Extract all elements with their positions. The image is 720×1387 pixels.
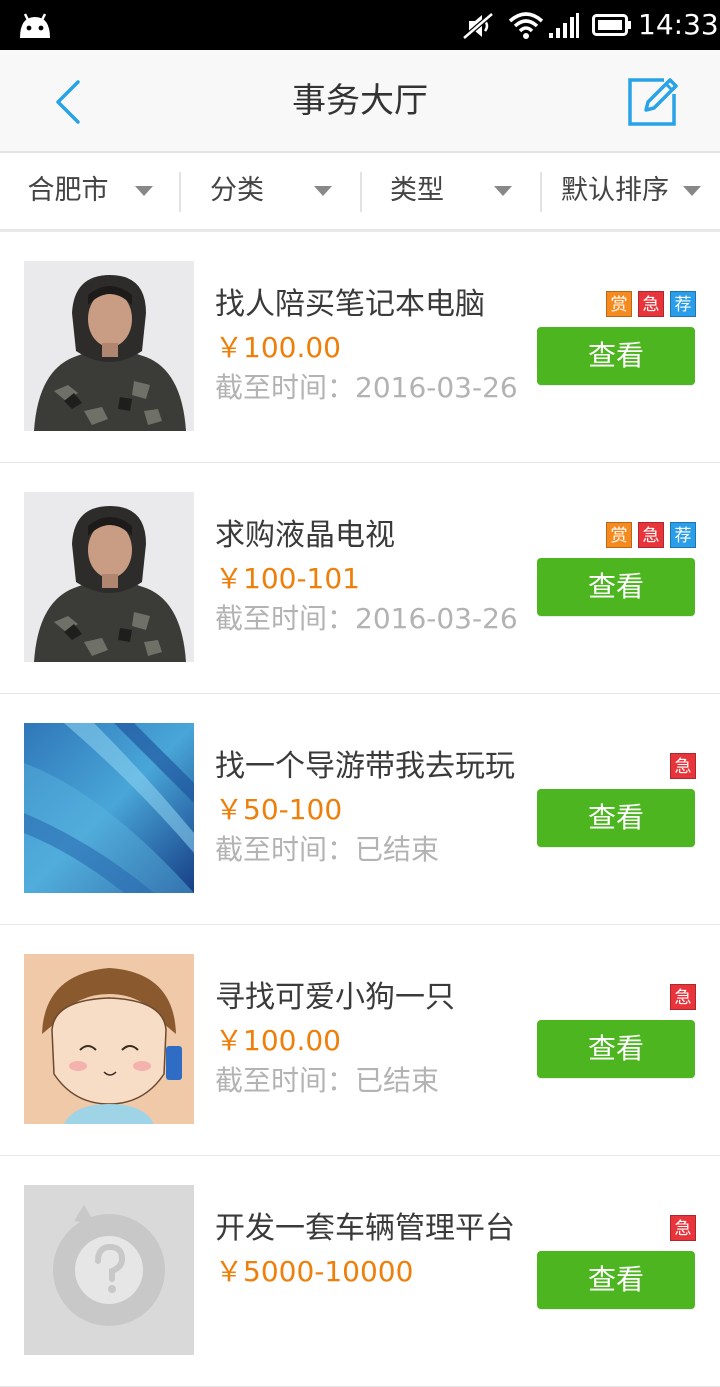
task-thumbnail bbox=[24, 954, 194, 1124]
reward-badge: 赏 bbox=[606, 522, 632, 548]
filter-type-label: 类型 bbox=[390, 175, 444, 206]
urgent-badge: 急 bbox=[638, 522, 664, 548]
mute-icon bbox=[462, 12, 494, 40]
page-title: 事务大厅 bbox=[292, 81, 428, 121]
task-deadline: 截至时间：2016-03-26 bbox=[215, 371, 518, 404]
task-title: 开发一套车辆管理平台 bbox=[215, 1211, 515, 1246]
task-title: 找人陪买笔记本电脑 bbox=[215, 287, 485, 322]
task-item[interactable]: 找人陪买笔记本电脑 ￥100.00 截至时间：2016-03-26 赏 急 荐 … bbox=[0, 232, 720, 463]
task-title: 寻找可爱小狗一只 bbox=[215, 980, 455, 1015]
urgent-badge: 急 bbox=[670, 984, 696, 1010]
task-deadline: 截至时间：已结束 bbox=[215, 833, 440, 866]
task-deadline: 截至时间：2016-03-26 bbox=[215, 602, 518, 635]
task-price: ￥100-101 bbox=[215, 562, 360, 595]
view-button[interactable]: 查看 bbox=[537, 1020, 695, 1078]
task-item[interactable]: 求购液晶电视 ￥100-101 截至时间：2016-03-26 赏 急 荐 查看 bbox=[0, 463, 720, 694]
filter-city-label: 合肥市 bbox=[27, 175, 109, 206]
task-price: ￥50-100 bbox=[215, 793, 343, 826]
badge-group: 急 bbox=[670, 1215, 696, 1241]
view-button[interactable]: 查看 bbox=[537, 327, 695, 385]
status-bar: 14:33 bbox=[0, 0, 720, 50]
filter-sort-label: 默认排序 bbox=[561, 175, 669, 206]
task-title: 找一个导游带我去玩玩 bbox=[215, 749, 515, 784]
caret-down-icon bbox=[494, 186, 512, 196]
task-item[interactable]: 开发一套车辆管理平台 ￥5000-10000 急 查看 bbox=[0, 1156, 720, 1387]
header: 事务大厅 bbox=[0, 50, 720, 153]
urgent-badge: 急 bbox=[670, 1215, 696, 1241]
badge-group: 赏 急 荐 bbox=[606, 291, 696, 317]
filter-type[interactable]: 类型 bbox=[362, 153, 540, 229]
task-deadline: 截至时间：已结束 bbox=[215, 1064, 440, 1097]
urgent-badge: 急 bbox=[638, 291, 664, 317]
badge-group: 急 bbox=[670, 984, 696, 1010]
caret-down-icon bbox=[683, 186, 701, 196]
task-item[interactable]: 寻找可爱小狗一只 ￥100.00 截至时间：已结束 急 查看 bbox=[0, 925, 720, 1156]
filter-bar: 合肥市 分类 类型 默认排序 bbox=[0, 153, 720, 232]
recommend-badge: 荐 bbox=[670, 522, 696, 548]
android-icon bbox=[20, 13, 50, 38]
view-button[interactable]: 查看 bbox=[537, 789, 695, 847]
task-thumbnail bbox=[24, 1185, 194, 1355]
caret-down-icon bbox=[134, 186, 153, 196]
task-title: 求购液晶电视 bbox=[215, 518, 395, 553]
task-list: 找人陪买笔记本电脑 ￥100.00 截至时间：2016-03-26 赏 急 荐 … bbox=[0, 232, 720, 1387]
edit-icon[interactable] bbox=[624, 72, 682, 130]
caret-down-icon bbox=[314, 186, 332, 196]
filter-category-label: 分类 bbox=[210, 175, 264, 206]
battery-icon bbox=[592, 14, 631, 36]
task-thumbnail bbox=[24, 261, 194, 431]
recommend-badge: 荐 bbox=[670, 291, 696, 317]
view-button[interactable]: 查看 bbox=[537, 1251, 695, 1309]
filter-category[interactable]: 分类 bbox=[181, 153, 361, 229]
urgent-badge: 急 bbox=[670, 753, 696, 779]
reward-badge: 赏 bbox=[606, 291, 632, 317]
task-thumbnail bbox=[24, 492, 194, 662]
view-button[interactable]: 查看 bbox=[537, 558, 695, 616]
filter-sort[interactable]: 默认排序 bbox=[542, 153, 720, 229]
task-price: ￥5000-10000 bbox=[215, 1255, 414, 1288]
clock: 14:33 bbox=[638, 8, 719, 41]
task-price: ￥100.00 bbox=[215, 1024, 341, 1057]
task-item[interactable]: 找一个导游带我去玩玩 ￥50-100 截至时间：已结束 急 查看 bbox=[0, 694, 720, 925]
signal-icon bbox=[549, 13, 579, 38]
filter-city[interactable]: 合肥市 bbox=[0, 153, 180, 229]
task-thumbnail bbox=[24, 723, 194, 893]
wifi-icon bbox=[508, 12, 544, 39]
badge-group: 赏 急 荐 bbox=[606, 522, 696, 548]
task-price: ￥100.00 bbox=[215, 331, 341, 364]
badge-group: 急 bbox=[670, 753, 696, 779]
